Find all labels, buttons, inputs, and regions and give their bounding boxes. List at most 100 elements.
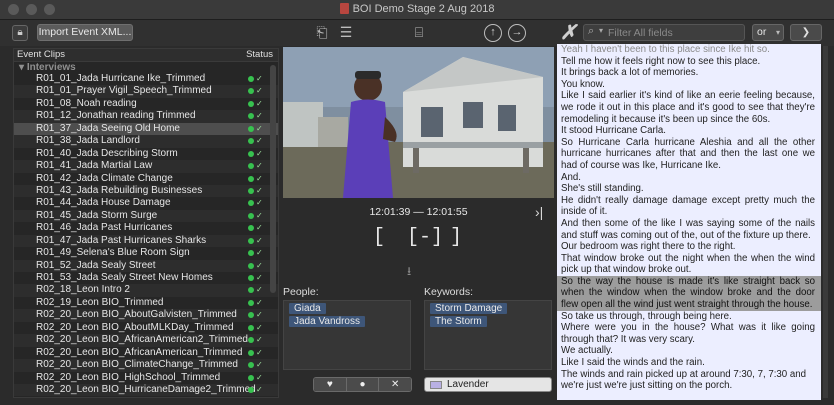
transcript-scrollbar[interactable] xyxy=(823,46,828,398)
clip-name: R01_53_Jada Sealy Street New Homes xyxy=(36,272,213,283)
clip-row[interactable]: R01_47_Jada Past Hurricanes Sharks ✓ xyxy=(14,234,278,248)
transcript-line[interactable]: It stood Hurricane Carla. xyxy=(557,125,821,137)
keyword-tag[interactable]: Storm Damage xyxy=(430,303,508,314)
clip-row[interactable]: R02_20_Leon BIO_HighSchool_Trimmed ✓ xyxy=(14,372,278,384)
transcript-line[interactable]: She's still standing. xyxy=(557,183,821,195)
monitor-icon[interactable]: ⌸ xyxy=(410,23,428,42)
video-viewer[interactable] xyxy=(283,47,554,198)
keyword-tag[interactable]: The Storm xyxy=(430,316,487,327)
move-next-icon[interactable]: → xyxy=(508,24,526,42)
transcript-line[interactable]: So the way the house is made it's like s… xyxy=(557,275,821,311)
transcript-line[interactable]: Like I said the winds and the rain. xyxy=(557,357,821,369)
clip-name: R01_38_Jada Landlord xyxy=(36,135,140,147)
clip-row[interactable]: R02_20_Leon BIO_ClimateChange_Trimmed ✓ xyxy=(14,359,278,372)
clip-row[interactable]: R02_19_Leon BIO_Trimmed ✓ xyxy=(14,297,278,309)
clip-row[interactable]: R02_20_Leon BIO_AboutGalvisten_Trimmed ✓ xyxy=(14,309,278,322)
check-icon: ✓ xyxy=(256,310,263,320)
video-frame xyxy=(283,47,554,198)
go-to-end-icon[interactable]: ›| xyxy=(535,204,543,220)
transcript-line[interactable]: Tell me how it feels right now to see th… xyxy=(557,56,821,68)
transcript-line[interactable]: He didn't really damage damage except pr… xyxy=(557,195,821,218)
transcript-line[interactable]: Our bedroom was right there to the right… xyxy=(557,241,821,253)
check-icon: ✓ xyxy=(256,372,263,382)
import-event-xml-button[interactable]: Import Event XML... xyxy=(37,24,133,41)
color-label-select[interactable]: Lavender xyxy=(424,377,552,392)
event-clips-column-header[interactable]: Event Clips xyxy=(17,49,65,61)
mark-out-icon[interactable]: ] xyxy=(450,226,462,249)
transcript-line[interactable]: So Hurricane Carla hurricane Aleshia and… xyxy=(557,137,821,172)
transcript-panel[interactable]: Yeah I haven't been to this place since … xyxy=(557,44,821,400)
clip-row[interactable]: R01_42_Jada Climate Change ✓ xyxy=(14,173,278,185)
clip-row[interactable]: R01_44_Jada House Damage ✓ xyxy=(14,197,278,209)
clip-row[interactable]: R01_46_Jada Past Hurricanes ✓ xyxy=(14,222,278,234)
clip-row[interactable]: R01_01_Jada Hurricane Ike_Trimmed ✓ xyxy=(14,73,278,85)
clip-row[interactable]: R01_40_Jada Describing Storm ✓ xyxy=(14,148,278,160)
transcript-line[interactable]: Like I said earlier it's kind of like an… xyxy=(557,90,821,125)
clip-row[interactable]: R01_12_Jonathan reading Trimmed ✓ xyxy=(14,110,278,123)
clip-row[interactable]: R01_53_Jada Sealy Street New Homes ✓ xyxy=(14,272,278,284)
apply-selection-icon[interactable]: ⭳ xyxy=(407,262,411,283)
clip-row[interactable]: R01_43_Jada Rebuilding Businesses ✓ xyxy=(14,184,278,198)
check-icon: ✓ xyxy=(256,223,263,233)
mark-clip-icon[interactable]: [-] xyxy=(407,226,443,249)
clip-name: R01_42_Jada Climate Change xyxy=(36,172,173,184)
status-dot-icon xyxy=(248,299,254,306)
clip-name: R01_46_Jada Past Hurricanes xyxy=(36,222,173,234)
clip-row[interactable]: R01_45_Jada Storm Surge ✓ xyxy=(14,209,278,223)
clip-name: R02_20_Leon BIO_AboutGalvisten_Trimmed xyxy=(36,309,237,321)
clip-row[interactable]: R01_52_Jada Sealy Street ✓ xyxy=(14,259,278,272)
person-tag[interactable]: Jada Vandross xyxy=(289,316,365,327)
filter-field[interactable]: ⌕ ▾ xyxy=(583,24,745,41)
document-list-icon[interactable]: ☰ xyxy=(337,23,355,42)
favorite-heart-icon[interactable]: ♥ xyxy=(314,378,347,391)
clip-row[interactable]: R02_20_Leon BIO_HurricaneDamage2_Trimmed… xyxy=(14,383,278,397)
transcript-line[interactable]: You know. xyxy=(557,79,821,91)
reject-x-icon[interactable]: ✕ xyxy=(379,378,411,391)
move-up-icon[interactable]: ↑ xyxy=(484,24,502,42)
transcript-line[interactable]: And. xyxy=(557,172,821,184)
clip-list-scrollbar[interactable] xyxy=(270,65,276,293)
clip-row[interactable]: R01_49_Selena's Blue Room Sign ✓ xyxy=(14,247,278,259)
people-label: People: xyxy=(283,286,319,298)
transcript-line[interactable]: We actually. xyxy=(557,345,821,357)
clip-row[interactable]: R01_38_Jada Landlord ✓ xyxy=(14,135,278,148)
clip-row[interactable]: R02_20_Leon BIO_AfricanAmerican2_Trimmed… xyxy=(14,334,278,347)
mark-in-icon[interactable]: [ xyxy=(373,226,385,249)
keywords-label: Keywords: xyxy=(424,286,474,298)
chevron-down-icon[interactable]: ▾ xyxy=(599,26,603,35)
transcript-line[interactable]: That window broke out the night when the… xyxy=(557,253,821,276)
status-dot-icon xyxy=(248,187,254,194)
clip-name: R02_20_Leon BIO_AfricanAmerican_Trimmed xyxy=(36,346,243,358)
filter-input[interactable] xyxy=(608,26,742,39)
clear-filter-icon[interactable]: ✗ xyxy=(560,22,577,44)
keywords-box[interactable]: Storm Damage The Storm xyxy=(424,300,552,370)
clip-row[interactable]: R02_20_Leon BIO_AfricanAmerican_Trimmed ✓ xyxy=(14,347,278,359)
status-dot-icon xyxy=(248,113,254,120)
transcript-line[interactable]: Where were you in the house? What was it… xyxy=(557,322,821,345)
status-column-header[interactable]: Status xyxy=(246,49,273,61)
transcript-line[interactable]: Yeah I haven't been to this place since … xyxy=(557,44,821,56)
clip-row[interactable]: R02_20_Leon BIO_AboutMLKDay_Trimmed ✓ xyxy=(14,322,278,334)
clip-row[interactable]: R01_41_Jada Martial Law ✓ xyxy=(14,160,278,173)
export-icon[interactable]: ⎗ xyxy=(313,23,331,42)
lock-icon[interactable]: 🔒︎ xyxy=(12,25,28,41)
clip-row[interactable]: R01_37_Jada Seeing Old Home ✓ xyxy=(14,122,278,136)
match-mode-select[interactable]: or ▾ xyxy=(752,24,784,41)
clip-row[interactable]: R01_08_Noah reading ✓ xyxy=(14,98,278,110)
interviews-group[interactable]: ▾ Interviews xyxy=(14,62,278,73)
person-tag[interactable]: Giada xyxy=(289,303,326,314)
color-label-value: Lavender xyxy=(447,379,489,390)
next-match-button[interactable]: ❯ xyxy=(790,24,822,41)
transcript-line[interactable]: And then some of the like I was saying s… xyxy=(557,218,821,241)
transcript-line[interactable]: It brings back a lot of memories. xyxy=(557,67,821,79)
transcript-line[interactable]: So take us through, through being here. xyxy=(557,311,821,323)
people-box[interactable]: Giada Jada Vandross xyxy=(283,300,411,370)
clip-row[interactable]: R01_01_Prayer Vigil_Speech_Trimmed ✓ xyxy=(14,85,278,98)
clip-row[interactable]: R02_18_Leon Intro 2 ✓ xyxy=(14,284,278,297)
clip-name: R01_43_Jada Rebuilding Businesses xyxy=(36,184,203,196)
transcript-line[interactable]: The winds and rain picked up at around 7… xyxy=(557,369,821,392)
neutral-dot-icon[interactable]: ● xyxy=(346,378,380,391)
clip-name: R02_20_Leon BIO_ClimateChange_Trimmed xyxy=(36,359,238,371)
check-icon: ✓ xyxy=(256,360,263,370)
check-icon: ✓ xyxy=(256,148,263,158)
